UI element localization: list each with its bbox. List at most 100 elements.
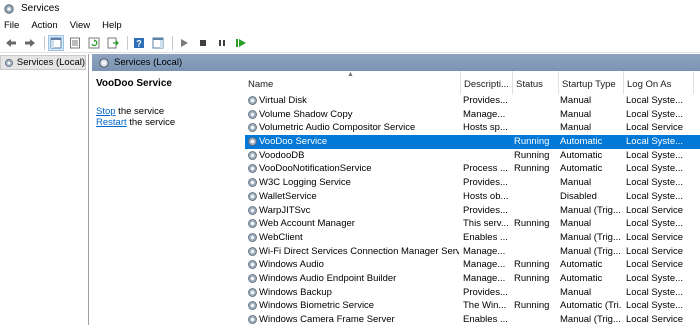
service-name-cell: Volumetric Audio Compositor Service [259, 122, 416, 134]
menu-action[interactable]: Action [31, 20, 57, 31]
service-name-cell: Wi-Fi Direct Services Connection Manager… [259, 245, 459, 257]
service-description-cell: Provides... [463, 286, 508, 298]
table-row[interactable]: Volumetric Audio Compositor Service Hosts… [245, 121, 700, 135]
restart-service-link[interactable]: Restart [96, 117, 127, 128]
service-name-cell: Windows Backup [259, 286, 332, 298]
column-header-name[interactable]: Name [245, 71, 461, 94]
menu-view[interactable]: View [70, 20, 90, 31]
help-button[interactable]: ? [131, 35, 147, 51]
menu-file[interactable]: File [4, 20, 19, 31]
selected-service-name: VooDoo Service [96, 78, 172, 89]
service-name-cell: W3C Logging Service [259, 177, 351, 189]
services-app-icon [4, 3, 14, 14]
console-tree: Services (Local) [0, 54, 89, 325]
service-description-cell: This serv... [463, 218, 509, 230]
service-logon-cell: Local Service [626, 245, 684, 257]
start-service-button[interactable] [176, 35, 192, 51]
back-button[interactable] [3, 35, 19, 51]
service-startup-type-cell: Manual (Trig... [560, 314, 621, 325]
stop-service-button[interactable] [195, 35, 211, 51]
service-logon-cell: Local Syste... [626, 149, 684, 161]
table-row[interactable]: Wi-Fi Direct Services Connection Manager… [245, 245, 700, 259]
service-description-cell: Manage... [463, 259, 506, 271]
menu-bar: File Action View Help [0, 17, 700, 33]
table-row[interactable]: Web Account Manager This serv... Running Ma… [245, 217, 700, 231]
properties-button[interactable] [67, 35, 83, 51]
refresh-button[interactable] [86, 35, 102, 51]
column-header-status[interactable]: Status [513, 71, 559, 94]
table-row[interactable]: Windows Camera Frame Server Enables ... Ma… [245, 313, 700, 325]
table-row[interactable]: VooDooNotificationService Process ... Runn… [245, 162, 700, 176]
forward-arrow-icon [25, 38, 35, 47]
pause-service-button[interactable] [214, 35, 230, 51]
menu-help[interactable]: Help [102, 20, 122, 31]
restart-service-button[interactable] [233, 35, 249, 51]
service-detail-panel: VooDoo Service Stop the service Restart … [92, 71, 240, 325]
restart-play-icon [236, 38, 246, 47]
service-startup-type-cell: Manual (Trig... [560, 245, 621, 257]
main-header: Services (Local) [92, 54, 700, 71]
service-name-cell: Windows Biometric Service [259, 300, 375, 312]
service-name-cell: Windows Camera Frame Server [259, 314, 395, 325]
service-name-cell: Windows Audio Endpoint Builder [259, 272, 397, 284]
service-startup-type-cell: Automatic [560, 272, 603, 284]
column-header-log-on-as[interactable]: Log On As [624, 71, 694, 94]
table-row[interactable]: WebClient Enables ... Manual (Trig... Local… [245, 231, 700, 245]
pause-icon [219, 39, 225, 46]
stop-action-line: Stop the service [96, 106, 236, 117]
service-description-cell: The Win... [463, 300, 507, 312]
service-status-cell: Running [514, 259, 550, 271]
service-logon-cell: Local Syste... [626, 163, 684, 175]
service-startup-type-cell: Manual [560, 177, 592, 189]
service-description-cell: Manage... [463, 108, 506, 120]
service-logon-cell: Local Syste... [626, 95, 684, 106]
service-logon-cell: Local Syste... [626, 136, 684, 148]
service-description-cell: Provides... [463, 177, 508, 189]
services-gear-icon [4, 58, 13, 67]
action-pane-icon [152, 37, 164, 48]
service-logon-cell: Local Syste... [626, 108, 684, 120]
table-row[interactable]: Windows Audio Endpoint Builder Manage... R… [245, 272, 700, 286]
table-row[interactable]: VooDoo Service Running Automatic Local Syst… [245, 135, 700, 149]
table-row[interactable]: Windows Biometric Service The Win... Runni… [245, 299, 700, 313]
table-row[interactable]: Windows Audio Manage... Running Automatic Lo… [245, 258, 700, 272]
service-name-cell: Volume Shadow Copy [259, 108, 353, 120]
show-action-pane-button[interactable] [150, 35, 166, 51]
column-header-startup-type[interactable]: Startup Type [559, 71, 624, 94]
table-row[interactable]: VoodooDB Running Automatic Local Syste... [245, 149, 700, 163]
stop-service-link[interactable]: Stop [96, 106, 116, 117]
table-row[interactable]: Volume Shadow Copy Manage... Manual Local S… [245, 108, 700, 122]
service-name-cell: WebClient [259, 231, 303, 243]
service-description-cell: Provides... [463, 204, 508, 216]
service-startup-type-cell: Manual [560, 108, 592, 120]
forward-button[interactable] [22, 35, 38, 51]
tree-item-services-local[interactable]: Services (Local) [0, 55, 86, 70]
service-description-cell: Enables ... [463, 231, 508, 243]
service-logon-cell: Local Syste... [626, 177, 684, 189]
service-startup-type-cell: Automatic [560, 259, 603, 271]
column-header-description[interactable]: Descripti... [461, 71, 513, 94]
restart-link-suffix: the service [126, 117, 176, 128]
service-name-cell: Windows Audio [259, 259, 324, 271]
refresh-icon [88, 37, 100, 48]
service-startup-type-cell: Automatic [560, 163, 603, 175]
tree-item-label: Services (Local) [16, 57, 85, 68]
stop-link-suffix: the service [115, 106, 165, 117]
table-row[interactable]: Virtual Disk Provides... Manual Local Syste… [245, 94, 700, 108]
service-description-cell: Manage... [463, 272, 506, 284]
service-name-cell: Web Account Manager [259, 218, 355, 230]
service-name-cell: VoodooDB [259, 149, 305, 161]
table-row[interactable]: Windows Backup Provides... Manual Local Sys… [245, 286, 700, 300]
show-console-tree-button[interactable] [48, 34, 64, 51]
service-status-cell: Running [514, 218, 550, 230]
toolbar-separator [44, 35, 45, 50]
play-icon [181, 38, 188, 47]
export-list-button[interactable] [105, 35, 121, 51]
svg-text:?: ? [136, 38, 142, 48]
service-startup-type-cell: Manual (Trig... [560, 231, 621, 243]
table-row[interactable]: WalletService Hosts ob... Disabled Local Sy… [245, 190, 700, 204]
main-header-title: Services (Local) [114, 57, 183, 68]
stop-icon [200, 39, 206, 46]
table-row[interactable]: W3C Logging Service Provides... Manual Loca… [245, 176, 700, 190]
table-row[interactable]: WarpJITSvc Provides... Manual (Trig... Loca… [245, 204, 700, 218]
